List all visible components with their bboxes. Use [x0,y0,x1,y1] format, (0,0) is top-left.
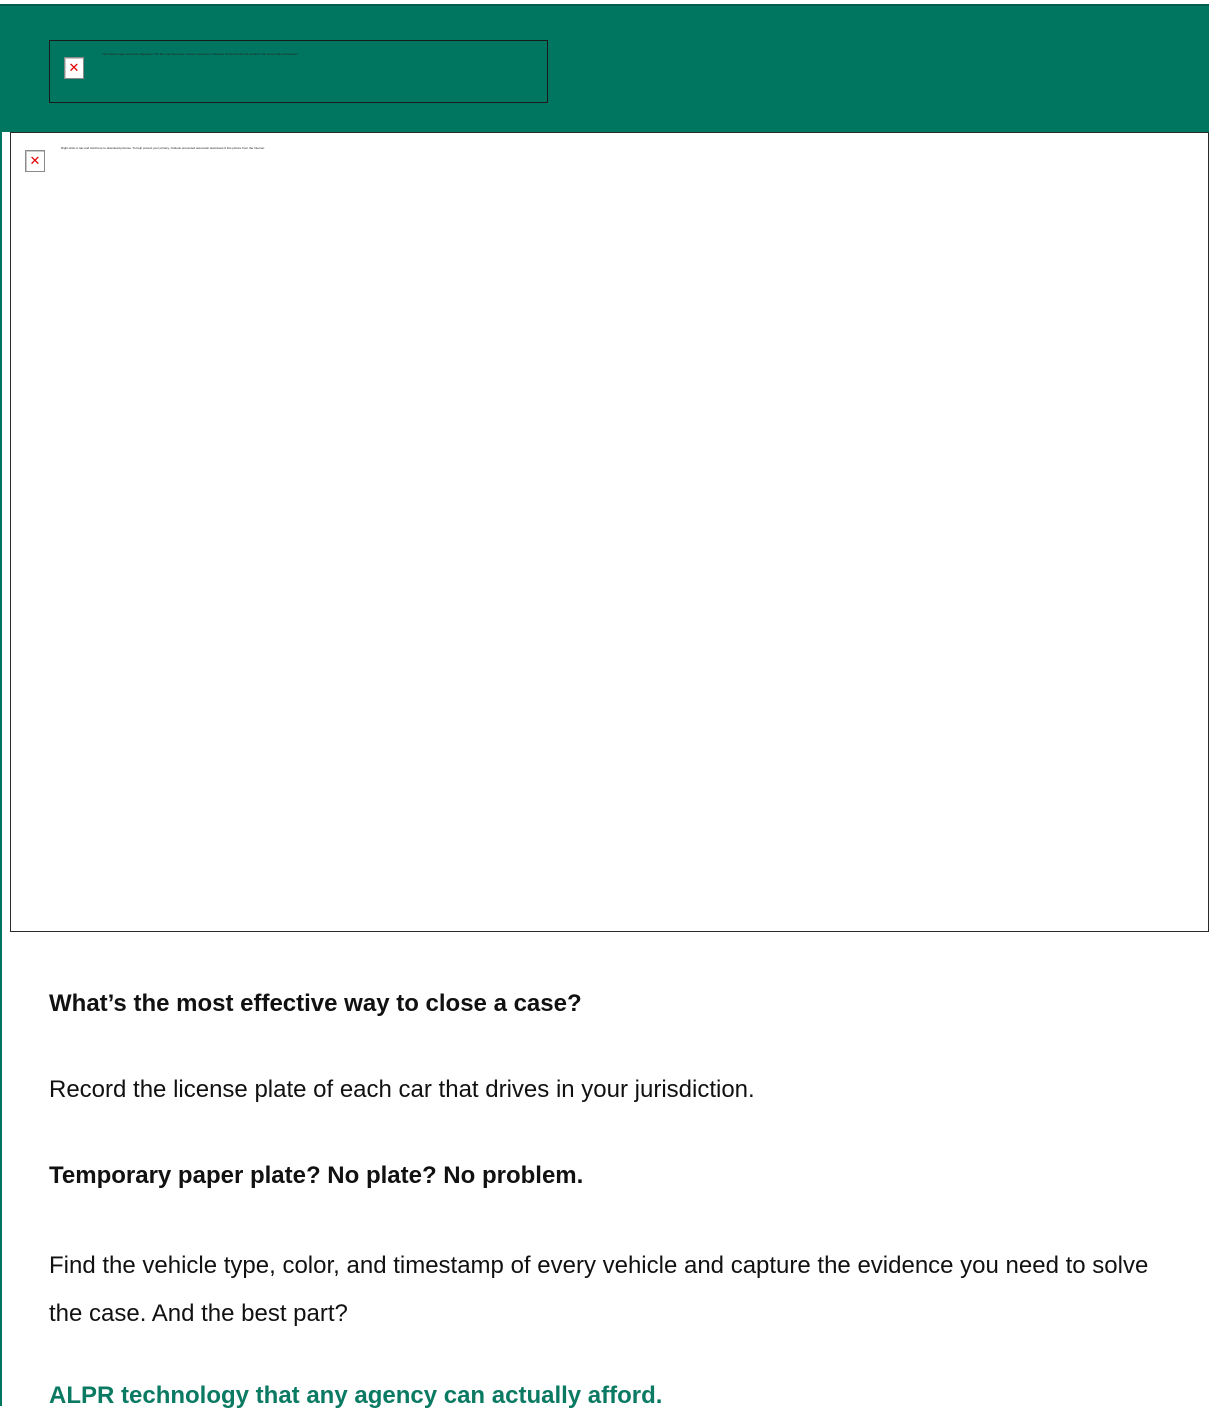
paragraph-vehicle-evidence: Find the vehicle type, color, and timest… [49,1252,1149,1327]
hero-image-alt-text: Right-click or tap and hold here to down… [61,146,265,150]
header-logo-image-placeholder[interactable]: ✕ The linked image cannot be displayed. … [49,40,548,103]
hero-image-placeholder[interactable]: ✕ Right-click or tap and hold here to do… [10,132,1209,932]
broken-image-icon: ✕ [25,150,45,172]
cta-affordable-alpr: ALPR technology that any agency can actu… [49,1382,663,1409]
left-border-inner [2,132,10,1406]
paragraph-record-plates: Record the license plate of each car tha… [49,1076,755,1103]
heading-close-a-case: What’s the most effective way to close a… [49,990,582,1017]
message-content: What’s the most effective way to close a… [49,984,1179,1415]
email-body: ✕ The linked image cannot be displayed. … [0,4,1209,1409]
header-image-alt-text: The linked image cannot be displayed. Th… [102,52,299,56]
header-banner: ✕ The linked image cannot be displayed. … [0,4,1209,132]
heading-no-plate: Temporary paper plate? No plate? No prob… [49,1162,584,1189]
broken-image-icon: ✕ [64,57,84,79]
